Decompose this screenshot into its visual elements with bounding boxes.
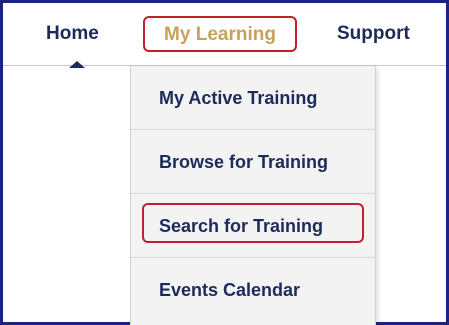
menu-item-my-active-training[interactable]: My Active Training [131,66,375,130]
top-nav-bar: Home My Learning Support [3,3,446,68]
menu-item-search-for-training[interactable]: Search for Training [131,194,375,258]
nav-my-learning[interactable]: My Learning [143,16,297,52]
nav-home[interactable]: Home [46,3,99,65]
my-learning-dropdown-menu: My Active Training Browse for Training S… [130,66,376,325]
nav-support[interactable]: Support [337,3,410,65]
active-pointer-icon [69,61,85,68]
menu-item-browse-for-training[interactable]: Browse for Training [131,130,375,194]
menu-item-events-calendar[interactable]: Events Calendar [131,258,375,322]
